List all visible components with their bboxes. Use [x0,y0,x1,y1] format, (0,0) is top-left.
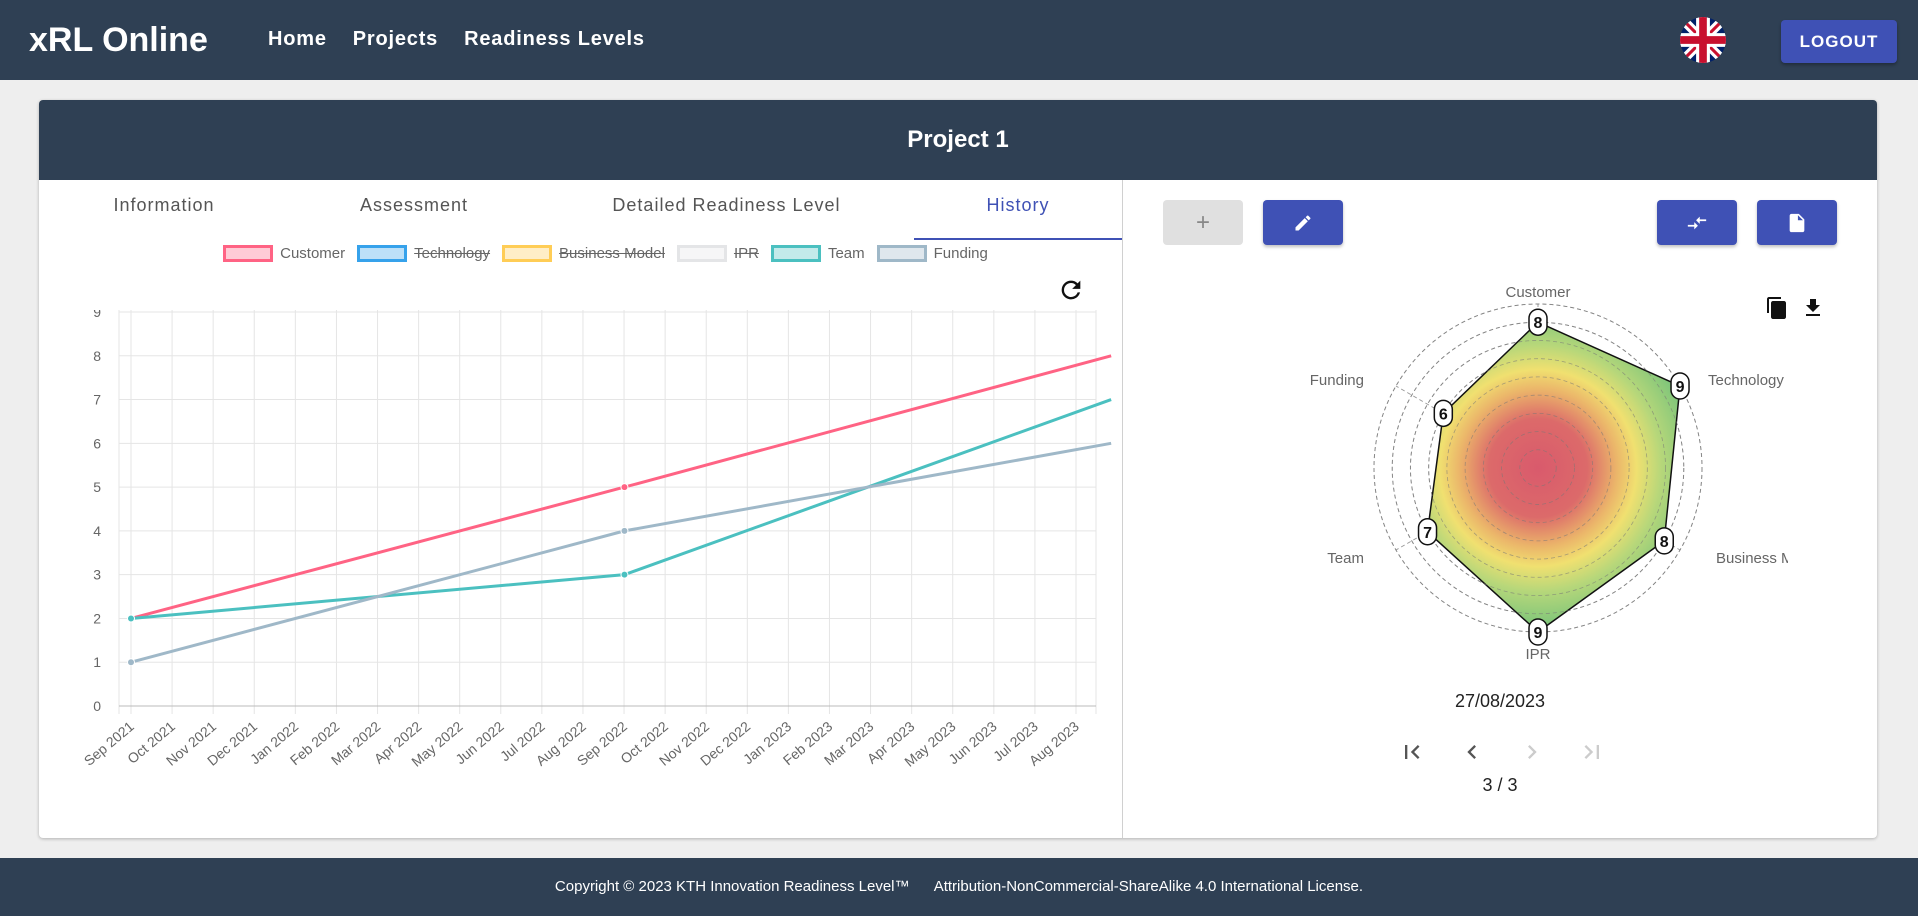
logout-button[interactable]: LOGOUT [1781,20,1897,63]
add-assessment-button[interactable]: + [1163,200,1243,245]
main-nav: Home Projects Readiness Levels [262,26,651,53]
radar-axis-label: Funding [1310,372,1364,389]
project-tabs: Information Assessment Detailed Readines… [39,180,1122,240]
legend-item-team[interactable]: Team [770,238,865,268]
legend-item-ipr[interactable]: IPR [676,238,759,268]
nav-readiness-levels[interactable]: Readiness Levels [458,26,651,53]
legend-swatch [502,244,553,262]
series-line-funding [130,441,1112,664]
page-indicator: 3 / 3 [1482,775,1518,795]
y-tick-label: 0 [93,698,101,714]
y-tick-label: 4 [93,523,101,539]
legend-label: Funding [933,244,988,262]
license-link[interactable]: Attribution-NonCommercial-ShareAlike 4.0… [934,878,1363,895]
next-page-icon[interactable] [1518,738,1546,766]
compare-button[interactable] [1657,200,1737,245]
radar-axis-label: IPR [1525,646,1550,663]
legend-item-business-model[interactable]: Business Model [502,238,665,268]
pencil-icon [1295,214,1311,230]
series-point [127,614,135,623]
tab-information[interactable]: Information [39,180,289,240]
edit-button[interactable] [1263,200,1343,245]
series-point [620,483,629,492]
y-tick-label: 8 [93,348,101,364]
series-point [620,526,629,535]
tab-history[interactable]: History [914,180,1122,240]
legend-item-customer[interactable]: Customer [223,238,345,268]
copyright-text: Copyright © 2023 KTH Innovation Readines… [554,878,910,895]
radar-axis-label: Customer [1505,284,1570,301]
legend-item-technology[interactable]: Technology [357,238,490,268]
series-line-team [130,398,1112,620]
nav-home[interactable]: Home [262,26,333,53]
y-tick-label: 3 [93,567,101,583]
legend-label: Team [827,244,865,262]
y-tick-label: 6 [93,435,101,451]
legend-label: Customer [280,244,346,262]
y-tick-label: 1 [93,654,101,670]
compare-arrows-icon [1687,216,1707,229]
project-title: Project 1 [39,100,1877,180]
radar-value-label: 6 [1439,406,1448,423]
document-icon [1789,213,1805,232]
y-tick-label: 5 [93,479,101,495]
nav-projects[interactable]: Projects [347,26,444,53]
y-tick-label: 7 [93,392,101,408]
tab-assessment[interactable]: Assessment [289,180,539,240]
last-page-icon[interactable] [1578,738,1606,766]
radar-value-label: 8 [1660,534,1669,551]
series-point [620,570,629,579]
brand-title[interactable]: xRL Online [29,20,208,60]
chart-legend: Customer Technology Business Model IPR T… [39,238,1122,268]
top-app-bar: xRL Online Home Projects Readiness Level… [0,0,1918,80]
prev-page-icon[interactable] [1458,738,1486,766]
refresh-icon[interactable] [1057,276,1085,304]
history-line-chart: 0123456789Sep 2021Oct 2021Nov 2021Dec 20… [81,310,1112,770]
tab-detailed-readiness-level[interactable]: Detailed Readiness Level [539,180,914,240]
radar-axis-label: Team [1327,550,1364,567]
radar-value-label: 9 [1676,379,1685,396]
legend-swatch [770,244,821,262]
legend-item-funding[interactable]: Funding [876,238,988,268]
radar-chart: Customer Technology Business Model IPR Team F… [1310,284,1788,663]
first-page-icon[interactable] [1398,738,1426,766]
legend-swatch [876,244,927,262]
download-icon[interactable] [1801,296,1827,322]
plus-icon: + [1195,208,1210,236]
radar-axis-label: Business Model [1716,550,1788,567]
legend-label: Technology [414,244,491,262]
legend-label: Business Model [559,244,665,262]
report-button[interactable] [1757,200,1837,245]
series-point [127,658,135,667]
radar-date: 27/08/2023 [1454,691,1546,711]
y-tick-label: 2 [93,610,101,626]
radar-value-label: 8 [1534,315,1543,332]
project-card: Project 1 Information Assessment Detaile… [39,100,1877,838]
legend-swatch [676,244,727,262]
radar-value-label: 7 [1423,525,1432,542]
panel-divider [1122,180,1123,838]
uk-flag-icon[interactable] [1680,17,1726,63]
radar-value-label: 9 [1534,625,1543,642]
footer: Copyright © 2023 KTH Innovation Readines… [0,858,1918,916]
radar-axis-label: Technology [1708,372,1784,389]
y-tick-label: 9 [93,310,101,320]
legend-swatch [357,244,408,262]
legend-swatch [223,244,274,262]
legend-label: IPR [733,244,759,262]
